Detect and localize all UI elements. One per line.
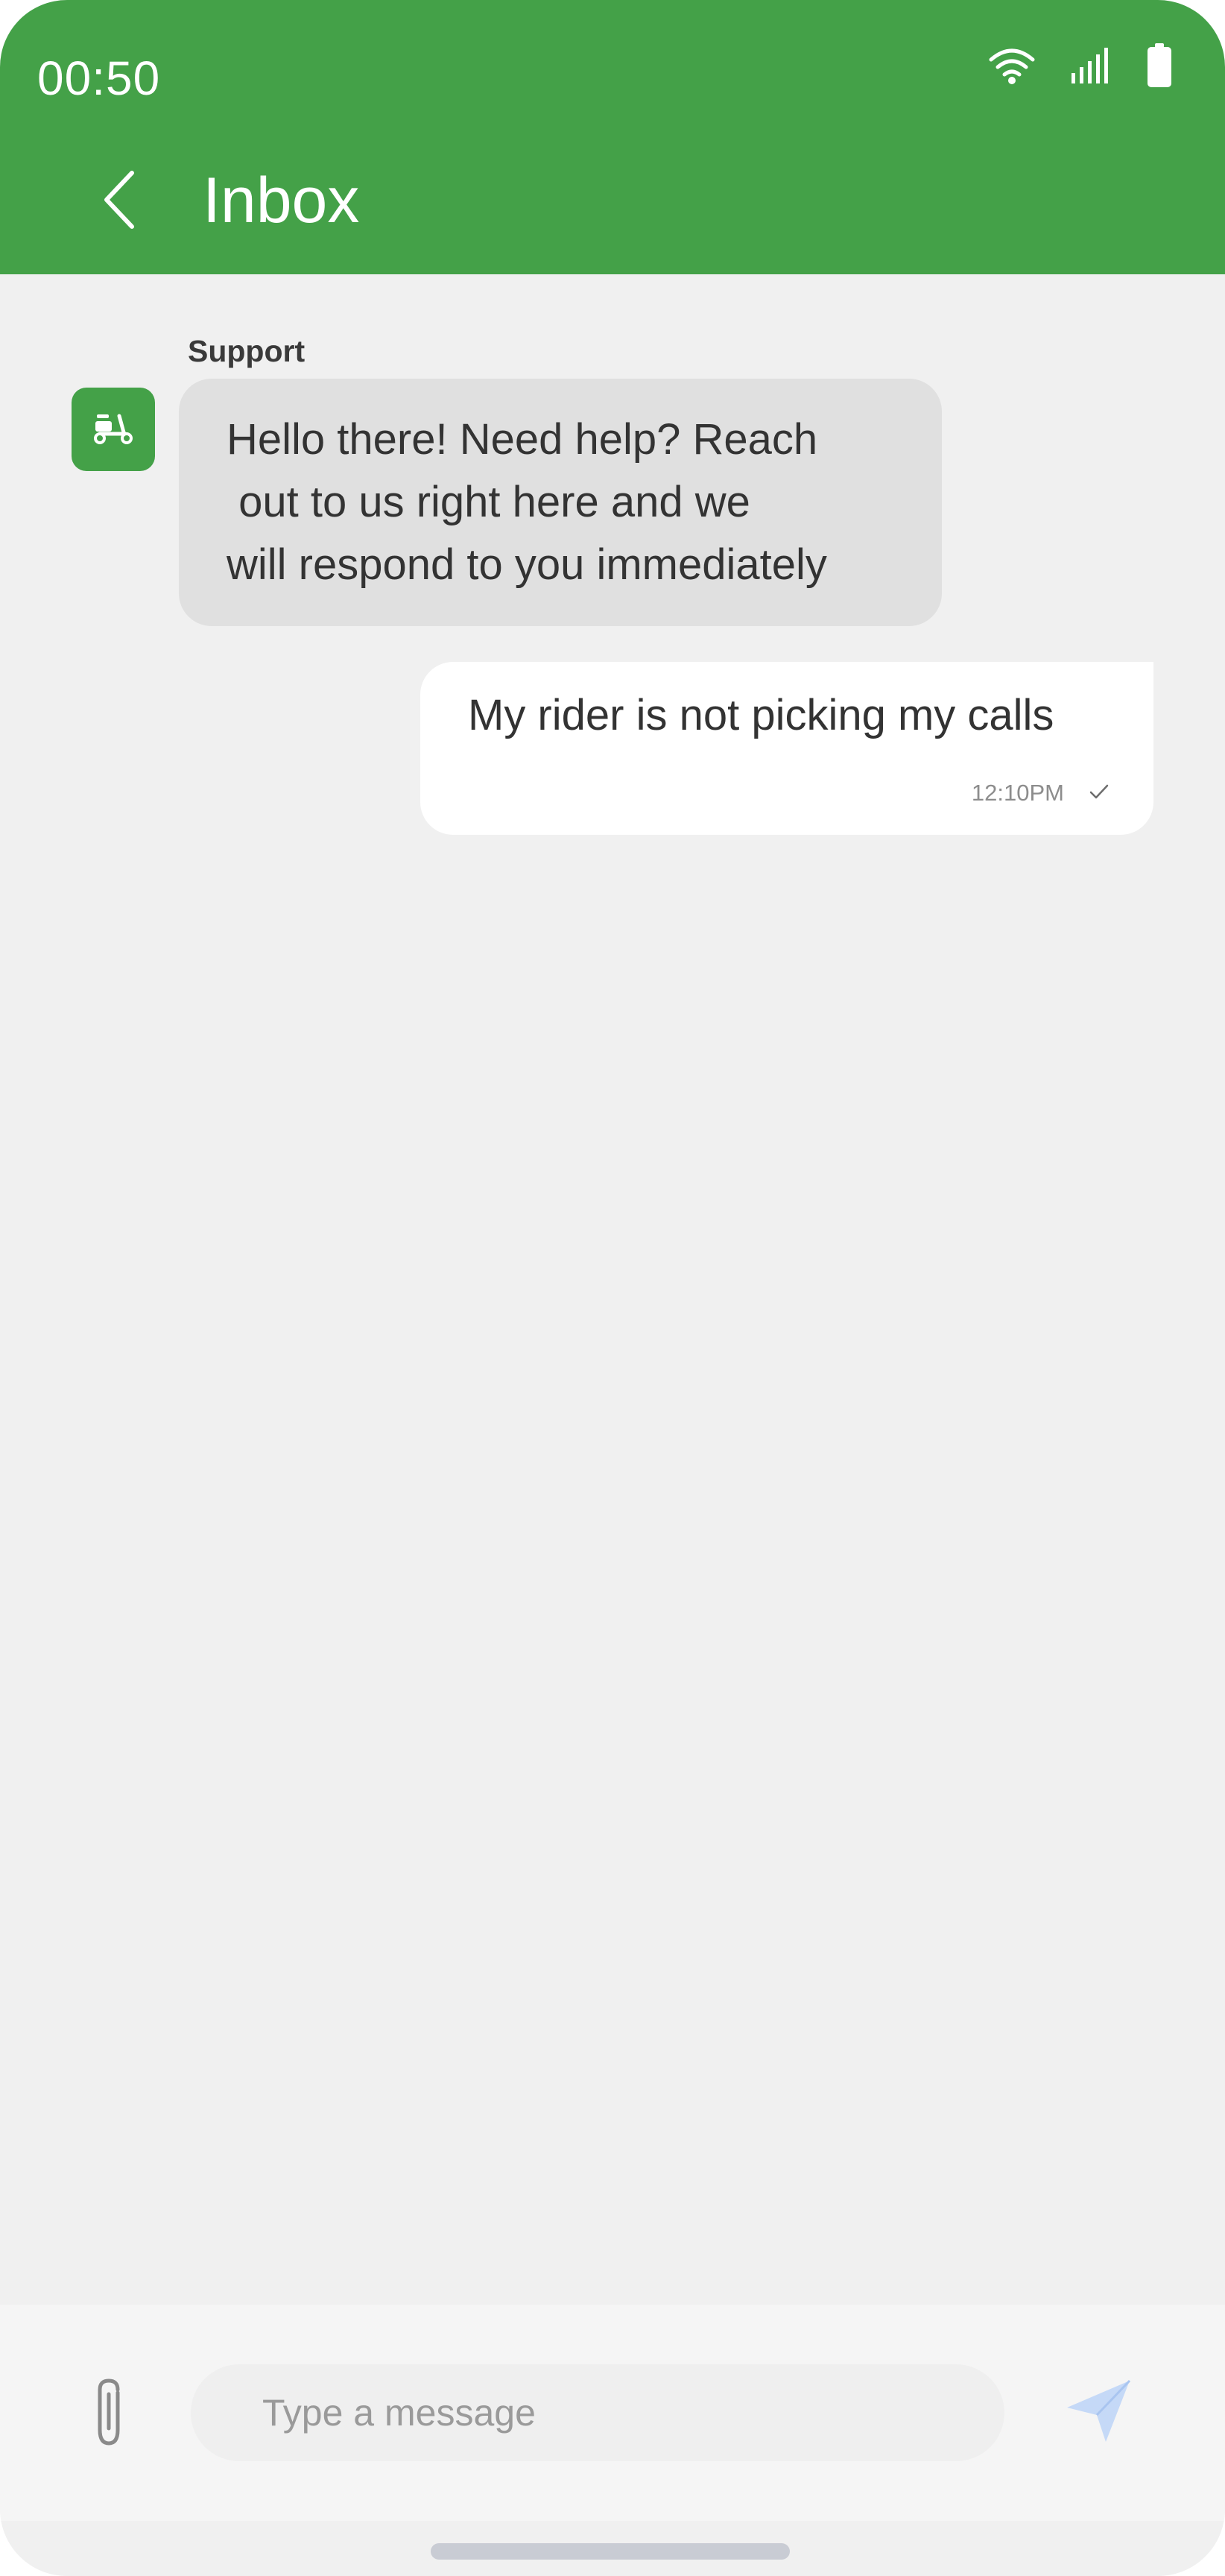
signal-icon: [1070, 46, 1112, 89]
outgoing-message-text: My rider is not picking my calls: [468, 691, 1054, 739]
app-screen: 00:50 Inbox Support Hello there! Need he…: [0, 0, 1225, 2576]
back-button[interactable]: [82, 157, 156, 246]
page-title: Inbox: [203, 165, 360, 236]
battery-icon: [1146, 42, 1173, 92]
attach-button[interactable]: [72, 2369, 146, 2458]
outgoing-message-bubble: My rider is not picking my calls 12:10PM: [420, 662, 1153, 835]
message-time: 12:10PM: [971, 780, 1064, 806]
status-time: 00:50: [37, 51, 161, 105]
wifi-icon: [988, 46, 1036, 89]
app-header: 00:50 Inbox: [0, 0, 1225, 274]
sender-name: Support: [188, 334, 306, 368]
status-icons: [988, 42, 1173, 92]
send-icon: [1064, 2378, 1133, 2449]
support-avatar: [72, 388, 155, 471]
system-nav-area: [0, 2521, 1225, 2576]
home-indicator[interactable]: [431, 2543, 790, 2560]
incoming-message-text: Hello there! Need help? Reach out to us …: [227, 415, 827, 589]
message-composer: [0, 2305, 1225, 2521]
message-meta: 12:10PM: [972, 780, 1109, 806]
scooter-icon: [92, 411, 134, 448]
paperclip-icon: [88, 2376, 130, 2452]
send-button[interactable]: [1054, 2364, 1143, 2461]
check-icon: [1089, 783, 1109, 804]
chevron-left-icon: [101, 170, 138, 233]
incoming-message-bubble: Hello there! Need help? Reach out to us …: [179, 379, 942, 626]
message-input[interactable]: [191, 2364, 1004, 2461]
